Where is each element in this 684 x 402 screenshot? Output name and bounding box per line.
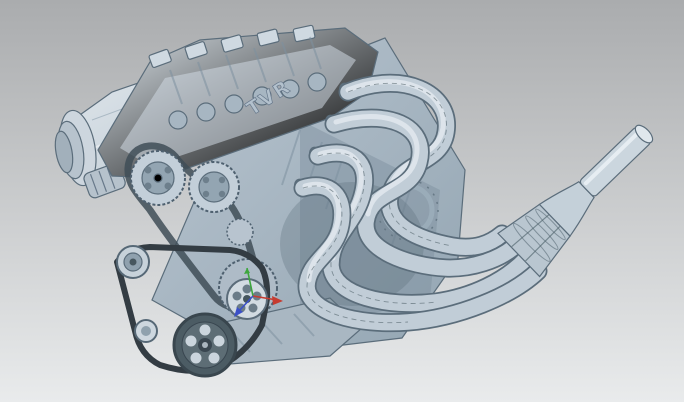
water-pump-pulley (227, 279, 267, 319)
crank-pulley (174, 314, 236, 376)
engine-render: TVR (0, 0, 684, 402)
alternator-pulley (117, 246, 149, 278)
cad-viewport[interactable]: TVR (0, 0, 684, 402)
idler-pulley (135, 320, 157, 342)
cam-sprocket-exhaust (189, 162, 239, 212)
timing-idler (227, 219, 253, 245)
cam-sprocket-intake (131, 151, 185, 205)
